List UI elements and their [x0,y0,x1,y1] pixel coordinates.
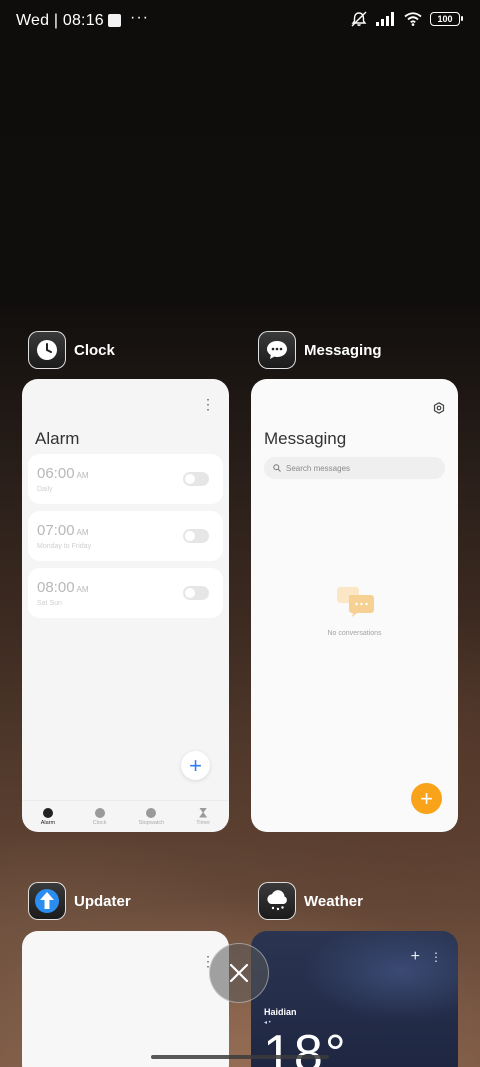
search-messages-input[interactable]: Search messages [264,457,445,479]
alarm-toggle[interactable] [183,586,209,600]
alarm-time: 07:00 [37,522,75,539]
weather-app-icon[interactable] [258,882,296,920]
clock-app-name: Clock [74,341,115,359]
tab-alarm[interactable]: Alarm [22,801,74,832]
clock-app-card[interactable]: ⋮ Alarm 06:00 AM Daily 07:00 AM Monday to … [22,379,229,832]
tab-label: Timer [196,819,211,826]
messaging-app-card[interactable]: Messaging Search messages No conversatio… [251,379,458,832]
weather-city: Haidian [264,1007,297,1017]
alarm-clock-icon [42,807,53,818]
messaging-app-name: Messaging [304,341,382,359]
weather-temperature: 18° [263,1025,348,1067]
messaging-app-icon[interactable] [258,331,296,369]
battery-indicator: 100 [430,12,463,26]
weather-app-header[interactable]: Weather [258,882,363,920]
status-bar: Wed | 08:16 ··· 100 [0,0,480,44]
new-message-button[interactable]: + [411,783,442,814]
updater-app-header[interactable]: Updater [28,882,131,920]
silent-mode-icon [351,11,367,27]
messaging-app-header[interactable]: Messaging [258,331,382,369]
clear-all-button[interactable] [209,943,269,1003]
home-indicator[interactable] [151,1055,329,1059]
weather-app-card[interactable]: + ⋮ Haidian ◂ • 18° [251,931,458,1067]
status-time: Wed | 08:16 [16,12,104,29]
close-icon [229,963,249,983]
settings-gear-icon[interactable] [433,402,445,414]
updater-app-icon[interactable] [28,882,66,920]
alarm-repeat: Monday to Friday [37,543,92,550]
alarm-ampm: AM [76,528,89,537]
tab-stopwatch[interactable]: Stopwatch [126,801,178,832]
messaging-page-title: Messaging [264,429,347,448]
tab-clock[interactable]: Clock [74,801,126,832]
alarm-repeat: Sat Sun [37,600,62,607]
alarm-toggle[interactable] [183,472,209,486]
tab-label: Alarm [40,819,56,826]
add-alarm-button[interactable]: + [181,751,210,780]
alarm-ampm: AM [76,585,89,594]
clock-more-icon[interactable]: ⋮ [201,397,215,411]
more-notifications-icon: ··· [130,9,149,26]
status-icons: 100 [350,11,463,27]
add-city-icon[interactable]: + [411,948,420,966]
search-placeholder: Search messages [286,463,351,473]
alarm-time: 08:00 [37,579,75,596]
weather-more-icon[interactable]: ⋮ [430,950,442,964]
clock-icon [94,807,105,818]
alarm-item[interactable]: 06:00 AM Daily [28,454,223,504]
empty-conversations-icon [337,587,374,617]
alarm-page-title: Alarm [35,429,80,448]
stopwatch-icon [146,807,157,818]
alarm-repeat: Daily [37,486,53,493]
search-icon [273,464,281,472]
updater-app-name: Updater [74,892,131,910]
alarm-ampm: AM [76,471,89,480]
alarm-toggle[interactable] [183,529,209,543]
clock-app-header[interactable]: Clock [28,331,115,369]
alarm-item[interactable]: 08:00 AM Sat Sun [28,568,223,618]
signal-icon [376,12,394,26]
alarm-time: 06:00 [37,465,75,482]
hourglass-icon [199,807,208,818]
wifi-icon [404,12,422,26]
tab-label: Clock [92,819,107,826]
clock-app-icon[interactable] [28,331,66,369]
updater-app-card[interactable]: ⋮ [22,931,229,1067]
notification-icon [108,14,121,27]
empty-state-text: No conversations [327,630,382,637]
alarm-item[interactable]: 07:00 AM Monday to Friday [28,511,223,561]
tab-label: Stopwatch [138,819,165,826]
weather-app-name: Weather [304,892,363,910]
clock-bottom-nav: Alarm Clock Stopwatch Timer [22,800,229,832]
tab-timer[interactable]: Timer [177,801,229,832]
